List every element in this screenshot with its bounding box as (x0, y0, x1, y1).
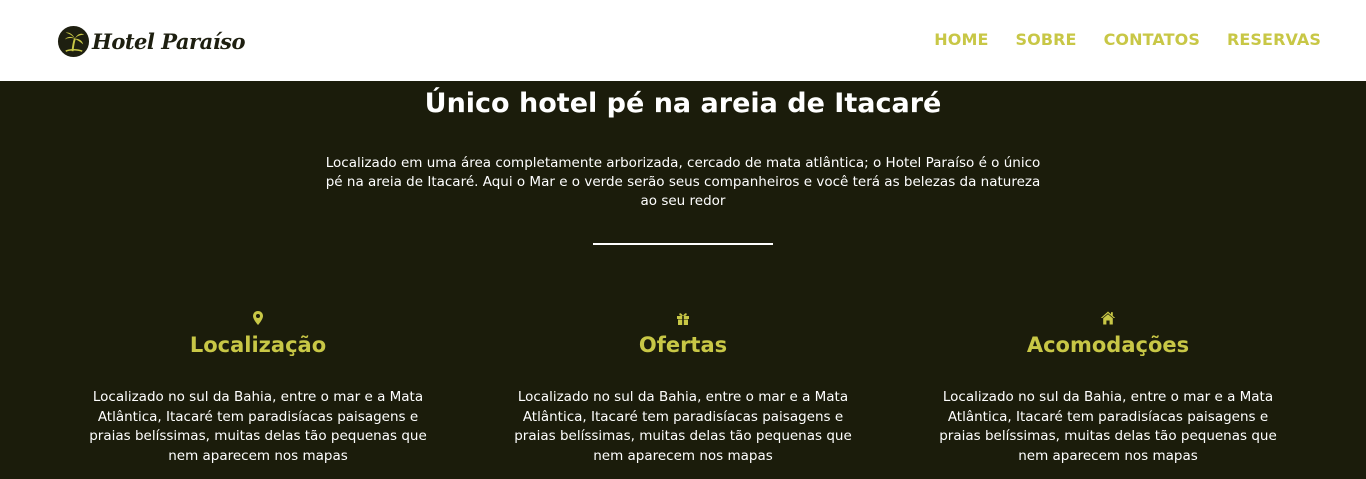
main-nav: HOME SOBRE CONTATOS RESERVAS (934, 30, 1321, 49)
feature-text: Localizado no sul da Bahia, entre o mar … (939, 389, 1277, 464)
feature-text: Localizado no sul da Bahia, entre o mar … (89, 389, 427, 464)
feature-title: Localização (189, 333, 327, 357)
nav-home[interactable]: HOME (934, 30, 988, 49)
feature-ofertas: Ofertas Localizado no sul da Bahia, entr… (493, 310, 873, 466)
divider (593, 243, 773, 245)
feature-text: Localizado no sul da Bahia, entre o mar … (514, 389, 852, 464)
navbar: Hotel Paraíso HOME SOBRE CONTATOS RESERV… (0, 0, 1366, 81)
palm-tree-icon (57, 25, 90, 57)
hero-description: Localizado em uma área completamente arb… (325, 155, 1041, 209)
nav-contatos[interactable]: CONTATOS (1104, 30, 1200, 49)
brand-name: Hotel Paraíso (92, 28, 246, 54)
hero-title: Único hotel pé na areia de Itacaré (424, 88, 942, 119)
logo-link[interactable]: Hotel Paraíso (57, 24, 246, 58)
nav-reservas[interactable]: RESERVAS (1227, 30, 1321, 49)
home-icon (1100, 311, 1116, 325)
feature-title: Ofertas (638, 333, 728, 357)
gift-icon (677, 313, 689, 325)
feature-localizacao: Localização Localizado no sul da Bahia, … (68, 310, 448, 466)
hero-section: Único hotel pé na areia de Itacaré Local… (0, 81, 1366, 479)
nav-sobre[interactable]: SOBRE (1016, 30, 1077, 49)
map-marker-icon (253, 311, 263, 325)
feature-acomodacoes: Acomodações Localizado no sul da Bahia, … (918, 310, 1298, 466)
feature-title: Acomodações (1026, 333, 1190, 357)
